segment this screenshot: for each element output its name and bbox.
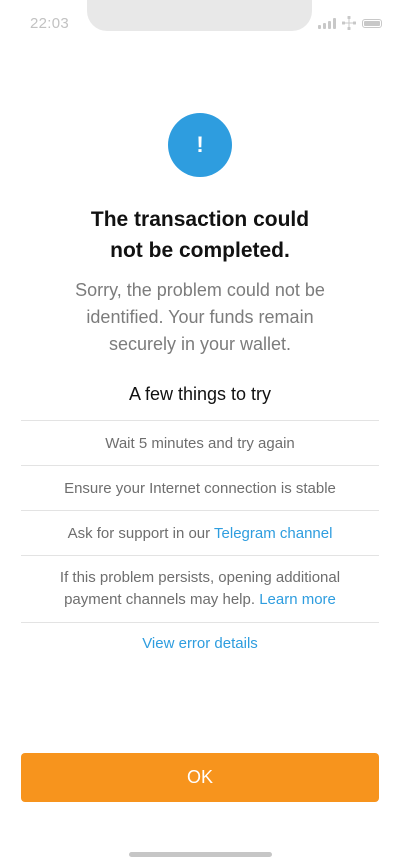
tip-text: Ensure your Internet connection is stabl… xyxy=(64,479,336,497)
title-line-1: The transaction could xyxy=(90,208,310,231)
tip-text-line-1: If this problem persists, opening additi… xyxy=(59,569,341,586)
tip-support: Ask for support in our Telegram channel xyxy=(21,511,379,556)
tip-internet: Ensure your Internet connection is stabl… xyxy=(21,466,379,511)
status-time: 22:03 xyxy=(30,15,70,32)
tip-text-line-2: payment channels may help. xyxy=(64,591,260,608)
tip-wait: Wait 5 minutes and try again xyxy=(21,421,379,466)
tips-list: Wait 5 minutes and try again Ensure your… xyxy=(21,420,379,623)
page-title: The transaction could not be completed. xyxy=(40,204,360,266)
ok-button[interactable]: OK xyxy=(21,753,379,802)
device-notch xyxy=(87,0,312,31)
status-bar: 22:03 xyxy=(0,0,400,44)
description-line-1: Sorry, the problem could not be xyxy=(75,280,325,300)
tip-payment-channels: If this problem persists, opening additi… xyxy=(21,556,379,623)
view-error-details-link[interactable]: View error details xyxy=(40,635,360,652)
learn-more-link[interactable]: Learn more xyxy=(259,591,336,608)
network-icon xyxy=(342,16,356,30)
home-indicator[interactable] xyxy=(129,852,272,857)
description-line-2: identified. Your funds remain xyxy=(86,307,314,327)
description-line-3: securely in your wallet. xyxy=(108,334,292,354)
exclamation-icon: ! xyxy=(168,113,232,177)
title-line-2: not be completed. xyxy=(110,239,290,262)
signal-icon xyxy=(318,17,336,29)
telegram-channel-link[interactable]: Telegram channel xyxy=(214,525,332,542)
tip-text: Ask for support in our Telegram channel xyxy=(67,524,333,542)
tip-text: Wait 5 minutes and try again xyxy=(105,434,295,452)
status-icons xyxy=(318,16,382,30)
tip-text: If this problem persists, opening additi… xyxy=(60,567,340,611)
error-description: Sorry, the problem could not be identifi… xyxy=(40,277,360,358)
battery-icon xyxy=(362,18,382,28)
tips-heading: A few things to try xyxy=(128,384,272,404)
